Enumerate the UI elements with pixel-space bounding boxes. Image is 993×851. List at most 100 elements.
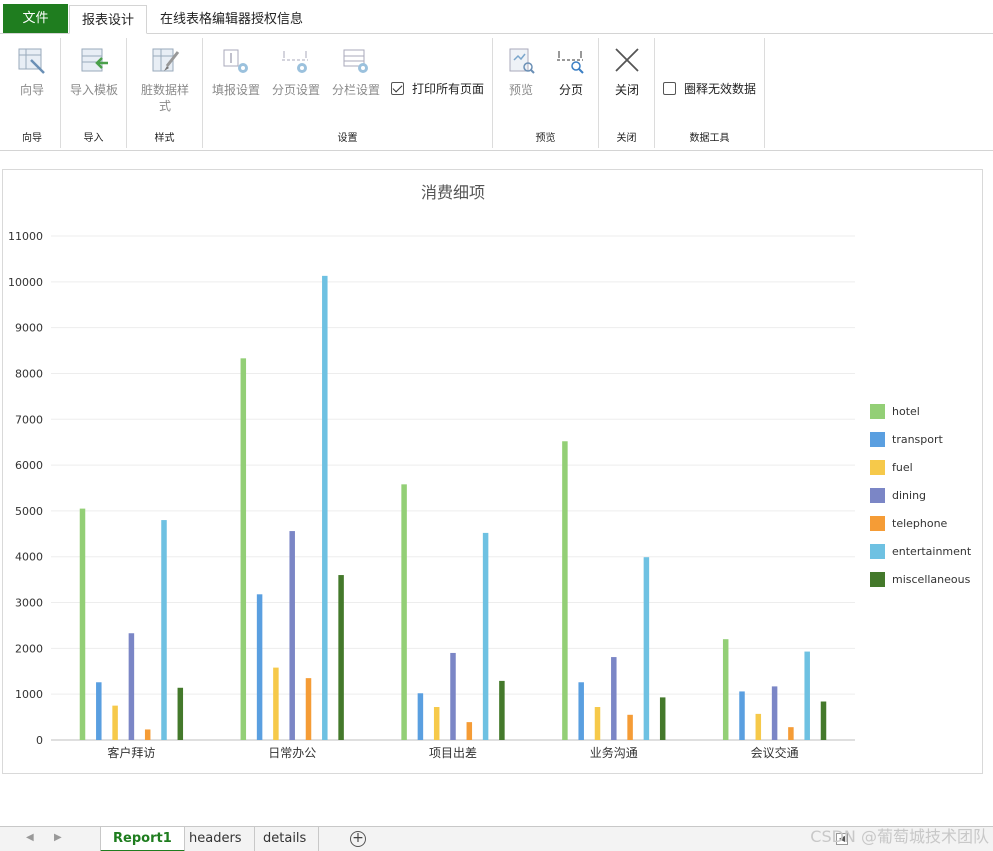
x-tick-label: 日常办公 <box>268 745 316 760</box>
bar-transport <box>417 693 424 740</box>
group-settings-label: 设置 <box>337 133 358 144</box>
page-settings-label: 分页设置 <box>271 83 320 97</box>
bar-miscellaneous <box>820 701 827 740</box>
group-wizard-label: 向导 <box>22 133 42 144</box>
sheet-nav-next-icon[interactable]: ▶ <box>54 832 62 843</box>
group-close-label: 关闭 <box>616 133 637 144</box>
brush-icon <box>152 48 180 72</box>
page-settings-icon <box>282 51 308 73</box>
bar-hotel <box>722 639 729 740</box>
fill-settings-button[interactable]: 填报设置 <box>209 46 263 98</box>
group-import-label: 导入 <box>83 133 104 144</box>
bar-miscellaneous <box>177 687 184 740</box>
legend-swatch <box>870 572 885 587</box>
paging-label: 分页 <box>558 83 583 97</box>
group-data-tools: 圈释无效数据 数据工具 <box>655 38 765 148</box>
y-tick-label: 1000 <box>15 688 43 701</box>
bar-fuel <box>273 667 279 740</box>
tab-license-info[interactable]: 在线表格编辑器授权信息 <box>148 5 315 34</box>
group-preview-label: 预览 <box>535 133 556 144</box>
wizard-button[interactable]: 向导 <box>12 46 52 98</box>
bar-hotel <box>240 358 247 740</box>
tab-report-design[interactable]: 报表设计 <box>69 5 148 34</box>
preview-button[interactable]: 预览 <box>499 46 543 98</box>
y-tick-label: 6000 <box>15 459 43 472</box>
y-tick-label: 11000 <box>8 230 43 243</box>
ribbon-tab-bar: 文件 报表设计 在线表格编辑器授权信息 <box>0 0 993 34</box>
legend-swatch <box>870 516 885 531</box>
bar-dining <box>771 686 778 740</box>
close-icon <box>615 48 639 72</box>
x-tick-label: 项目出差 <box>429 746 477 760</box>
group-data-tools-label: 数据工具 <box>689 133 730 144</box>
dirty-data-style-label-1: 脏数据样 <box>140 83 189 97</box>
dirty-data-style-button[interactable]: 脏数据样 式 <box>135 46 195 114</box>
column-settings-button[interactable]: 分栏设置 <box>329 46 383 98</box>
bar-hotel <box>79 508 86 740</box>
chart-title: 消费细项 <box>421 183 485 202</box>
add-sheet-icon[interactable]: + <box>350 831 366 847</box>
bar-fuel <box>112 705 118 740</box>
bar-entertainment <box>804 651 810 740</box>
bar-transport <box>578 682 584 740</box>
y-tick-label: 8000 <box>15 367 43 380</box>
bar-transport <box>739 691 745 740</box>
sheet-tab-headers[interactable]: headers <box>177 827 255 851</box>
circle-invalid-data-checkbox[interactable]: 圈释无效数据 <box>663 80 756 97</box>
import-template-label: 导入模板 <box>69 83 118 97</box>
close-label: 关闭 <box>614 83 639 97</box>
bar-dining <box>611 657 617 740</box>
legend-label: entertainment <box>892 545 972 558</box>
bar-telephone <box>144 729 151 740</box>
legend-label: telephone <box>892 517 948 530</box>
fill-settings-label: 填报设置 <box>211 83 260 97</box>
legend-swatch <box>870 544 885 559</box>
group-style-label: 样式 <box>154 133 175 144</box>
bar-miscellaneous <box>499 680 505 740</box>
bar-fuel <box>755 713 762 740</box>
y-tick-label: 10000 <box>8 276 43 289</box>
group-close: 关闭 关闭 <box>599 38 655 148</box>
watermark: CSDN @葡萄城技术团队 <box>810 827 989 846</box>
group-import: 导入模板 导入 <box>61 38 127 148</box>
paging-icon <box>557 51 584 74</box>
import-template-button[interactable]: 导入模板 <box>66 46 122 98</box>
bar-fuel <box>433 707 440 740</box>
tab-file[interactable]: 文件 <box>3 4 68 33</box>
group-style: 脏数据样 式 样式 <box>127 38 203 148</box>
legend-swatch <box>870 460 885 475</box>
page-settings-button[interactable]: 分页设置 <box>269 46 323 98</box>
paging-button[interactable]: 分页 <box>549 46 593 98</box>
sheet-tab-report1[interactable]: Report1 <box>100 827 185 851</box>
checkbox-checked-icon <box>391 82 404 95</box>
bar-hotel <box>401 484 407 740</box>
bar-miscellaneous <box>659 697 666 740</box>
y-tick-label: 7000 <box>15 413 43 426</box>
sheet-nav-prev-icon[interactable]: ◀ <box>26 832 34 843</box>
group-wizard: 向导 向导 <box>4 38 61 148</box>
print-all-pages-label: 打印所有页面 <box>412 82 485 96</box>
bar-entertainment <box>322 275 328 740</box>
legend-label: hotel <box>892 405 920 418</box>
y-tick-label: 0 <box>36 734 43 747</box>
bar-dining <box>450 652 456 740</box>
legend-label: fuel <box>892 461 913 474</box>
bar-entertainment <box>482 532 489 740</box>
bar-telephone <box>627 714 633 740</box>
group-settings: 填报设置 分页设置 分栏设置 打印所有页面 设置 <box>203 38 493 148</box>
wizard-label: 向导 <box>19 83 44 97</box>
y-tick-label: 3000 <box>15 597 43 610</box>
sheet-tab-details[interactable]: details <box>251 827 320 851</box>
import-template-icon <box>81 48 108 72</box>
x-tick-label: 业务沟通 <box>590 745 638 760</box>
close-button[interactable]: 关闭 <box>605 46 649 98</box>
x-tick-label: 客户拜访 <box>107 745 155 760</box>
bar-telephone <box>305 678 312 740</box>
wizard-icon <box>18 48 45 74</box>
legend-label: transport <box>892 433 944 446</box>
y-tick-label: 4000 <box>15 551 43 564</box>
column-settings-label: 分栏设置 <box>331 83 380 97</box>
chart-container[interactable]: 消费细项 0 1000 2000 3000 4000 5000 6000 7000 8000 900… <box>2 169 983 774</box>
circle-invalid-data-label: 圈释无效数据 <box>684 82 757 96</box>
print-all-pages-checkbox[interactable]: 打印所有页面 <box>391 80 484 97</box>
